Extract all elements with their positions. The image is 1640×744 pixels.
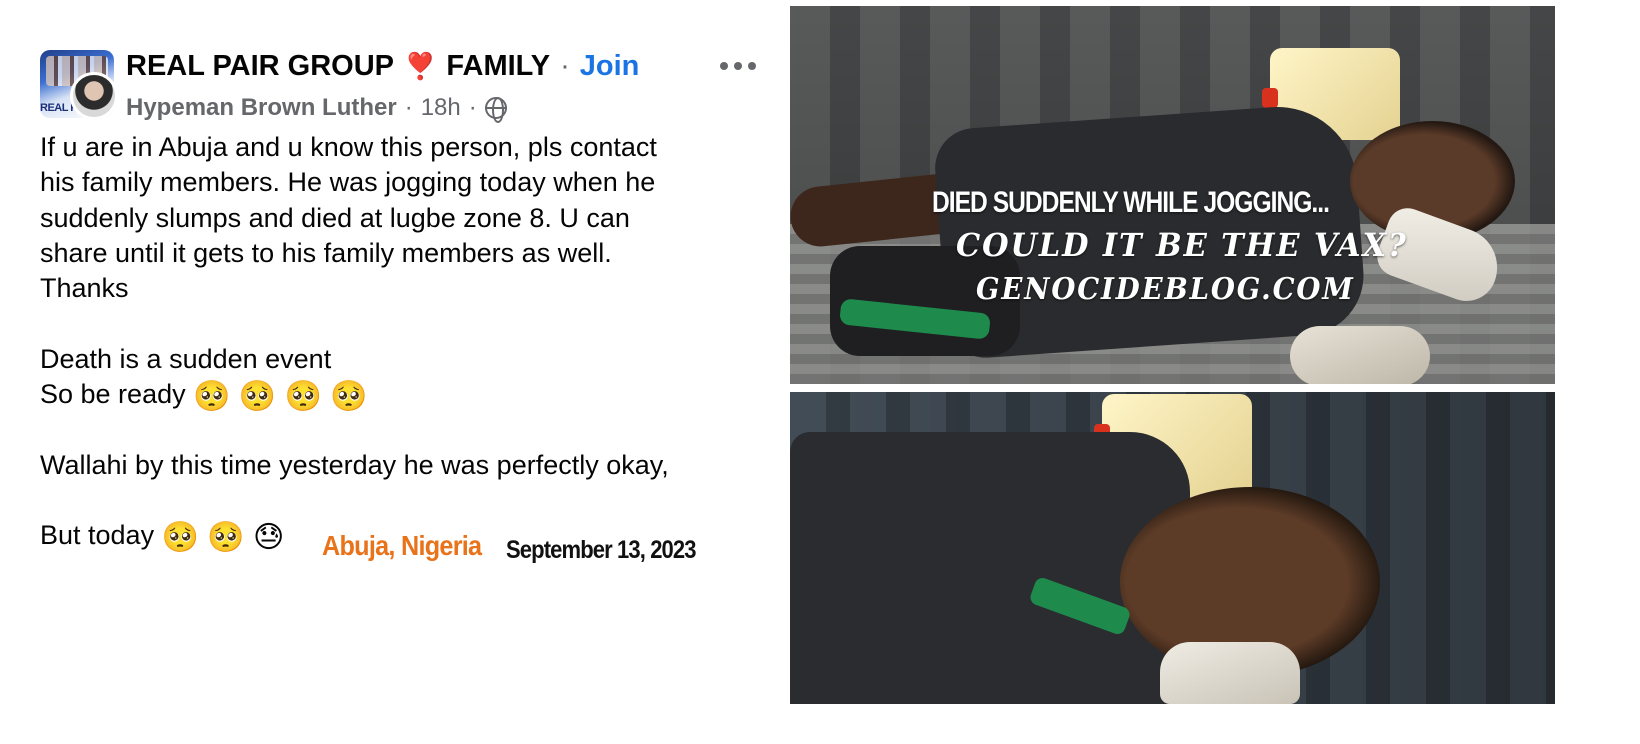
post-meta: Hypeman Brown Luther · 18h · (126, 94, 507, 123)
post-avatar-group[interactable]: REAL PAIR (40, 50, 118, 120)
overlay-caption-line2: COULD IT BE THE VAX? (956, 226, 1408, 264)
meta-separator: · (468, 94, 477, 121)
post-text-line: Thanks (40, 273, 129, 304)
ready-text: So be ready (40, 379, 186, 410)
more-options-icon[interactable] (720, 56, 756, 76)
sneaker (1160, 642, 1300, 704)
join-button[interactable]: Join (580, 50, 640, 83)
globe-icon (484, 97, 507, 123)
post-text-line: suddenly slumps and died at lugbe zone 8… (40, 202, 630, 233)
post-text-line: Death is a sudden event (40, 343, 332, 374)
heart-exclamation-icon: ❣️ (404, 51, 437, 81)
post-text-line: his family members. He was jogging today… (40, 167, 656, 198)
pleading-face-emojis: 🥺 🥺 🥺 🥺 (193, 380, 368, 414)
more-dot (720, 62, 728, 70)
date-annotation: September 13, 2023 (506, 536, 697, 564)
post-timestamp[interactable]: 18h (421, 94, 461, 122)
more-dot (748, 62, 756, 70)
more-dot (734, 62, 742, 70)
post-text-line: If u are in Abuja and u know this person… (40, 132, 657, 162)
facebook-post: REAL PAIR REAL PAIR GROUP ❣️ FAMILY · Jo… (0, 0, 820, 744)
header-separator: · (560, 50, 570, 82)
sad-face-emojis: 🥺 🥺 😓 (161, 521, 285, 555)
group-name-link[interactable]: REAL PAIR GROUP (126, 50, 394, 83)
overlay-caption-line1: DIED SUDDENLY WHILE JOGGING... (932, 186, 1330, 219)
meta-separator: · (404, 94, 413, 121)
location-annotation: Abuja, Nigeria (322, 530, 482, 561)
post-header: REAL PAIR GROUP ❣️ FAMILY · Join (126, 50, 639, 83)
post-text-line: share until it gets to his family member… (40, 237, 612, 268)
author-avatar[interactable] (70, 72, 118, 120)
jerrycan-cap (1262, 88, 1278, 108)
post-photo-bottom[interactable] (790, 392, 1555, 704)
overlay-watermark: GENOCIDEBLOG.COM (976, 272, 1355, 307)
post-text-line: Wallahi by this time yesterday he was pe… (40, 449, 669, 480)
sneaker (1290, 326, 1430, 384)
today-text: But today (40, 520, 155, 551)
post-text-line: So be ready 🥺 🥺 🥺 🥺 (40, 377, 780, 412)
post-body: If u are in Abuja and u know this person… (40, 130, 780, 554)
group-name-suffix[interactable]: FAMILY (446, 50, 550, 83)
author-name-link[interactable]: Hypeman Brown Luther (126, 94, 397, 122)
